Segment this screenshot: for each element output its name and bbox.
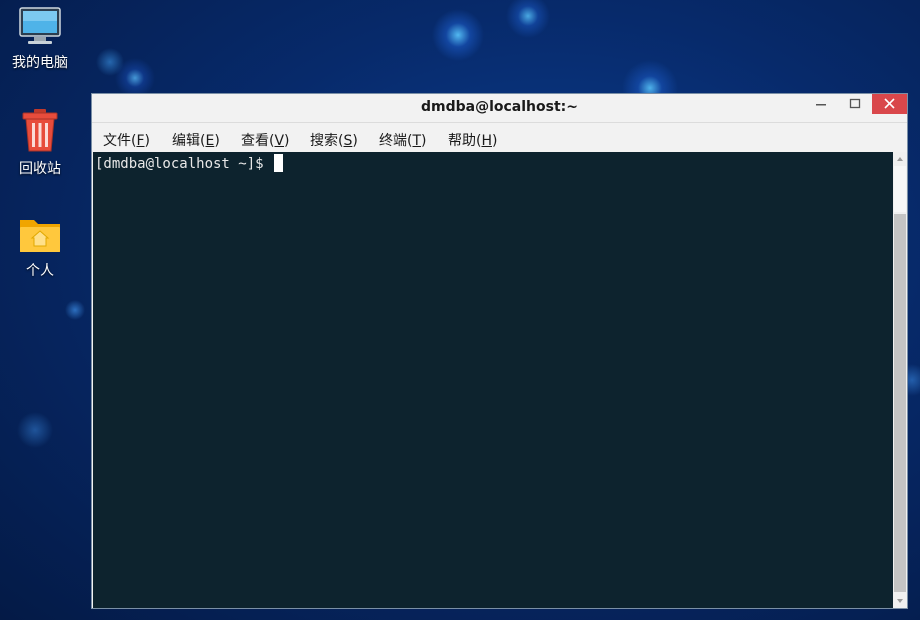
title-bar[interactable]: dmdba@localhost:~ <box>92 94 907 122</box>
terminal-area[interactable]: [dmdba@localhost ~]$ <box>93 152 893 608</box>
prompt-line: [dmdba@localhost ~]$ <box>95 154 283 172</box>
desktop-icon-label: 回收站 <box>19 161 61 177</box>
desktop-icon-recycle-bin[interactable]: 回收站 <box>0 108 80 178</box>
menu-label: 帮助 <box>448 133 476 149</box>
computer-monitor-icon <box>19 7 61 44</box>
menu-mnemonic: V <box>274 133 285 149</box>
scroll-up-arrow-icon[interactable] <box>893 152 907 166</box>
maximize-icon <box>849 98 861 109</box>
desktop-icon-my-computer[interactable]: 我的电脑 <box>0 6 80 72</box>
desktop-icon-home[interactable]: 个人 <box>0 214 80 280</box>
menu-label: 文件 <box>103 133 131 149</box>
menu-mnemonic: H <box>481 133 492 149</box>
window-title: dmdba@localhost:~ <box>420 99 578 115</box>
menu-label: 搜索 <box>310 133 338 149</box>
scroll-down-arrow-icon[interactable] <box>893 594 907 608</box>
menu-edit[interactable]: 编辑(E) <box>172 130 220 150</box>
scroll-track <box>894 166 906 212</box>
menu-mnemonic: F <box>136 133 145 149</box>
shell-prompt: [dmdba@localhost ~]$ <box>95 156 264 172</box>
trash-bin-icon <box>22 109 58 152</box>
desktop: 我的电脑 回收站 个人 dmdba@localhost:~ 文件(F) 编辑(E… <box>0 0 920 620</box>
close-button[interactable] <box>872 94 907 114</box>
menu-help[interactable]: 帮助(H) <box>448 130 497 150</box>
menu-mnemonic: E <box>205 133 215 149</box>
menu-view[interactable]: 查看(V) <box>241 130 290 150</box>
menu-terminal[interactable]: 终端(T) <box>379 130 427 150</box>
menu-label: 编辑 <box>172 133 200 149</box>
vertical-scrollbar[interactable] <box>893 152 907 608</box>
menu-mnemonic: S <box>343 133 353 149</box>
desktop-icon-label: 我的电脑 <box>12 55 68 71</box>
desktop-icon-label: 个人 <box>26 263 54 279</box>
menu-label: 查看 <box>241 133 269 149</box>
home-folder-icon <box>20 220 60 252</box>
menu-label: 终端 <box>379 133 407 149</box>
terminal-window: dmdba@localhost:~ 文件(F) 编辑(E) 查看(V) 搜索(S… <box>91 93 908 609</box>
menu-mnemonic: T <box>412 133 422 149</box>
minimize-icon <box>816 104 826 106</box>
minimize-button[interactable] <box>804 94 838 114</box>
menu-bar: 文件(F) 编辑(E) 查看(V) 搜索(S) 终端(T) 帮助(H) <box>92 122 907 153</box>
close-icon <box>884 98 895 109</box>
text-cursor <box>273 154 283 172</box>
menu-file[interactable]: 文件(F) <box>103 130 150 150</box>
scroll-thumb[interactable] <box>894 214 906 592</box>
menu-search[interactable]: 搜索(S) <box>310 130 358 150</box>
maximize-button[interactable] <box>838 94 872 114</box>
